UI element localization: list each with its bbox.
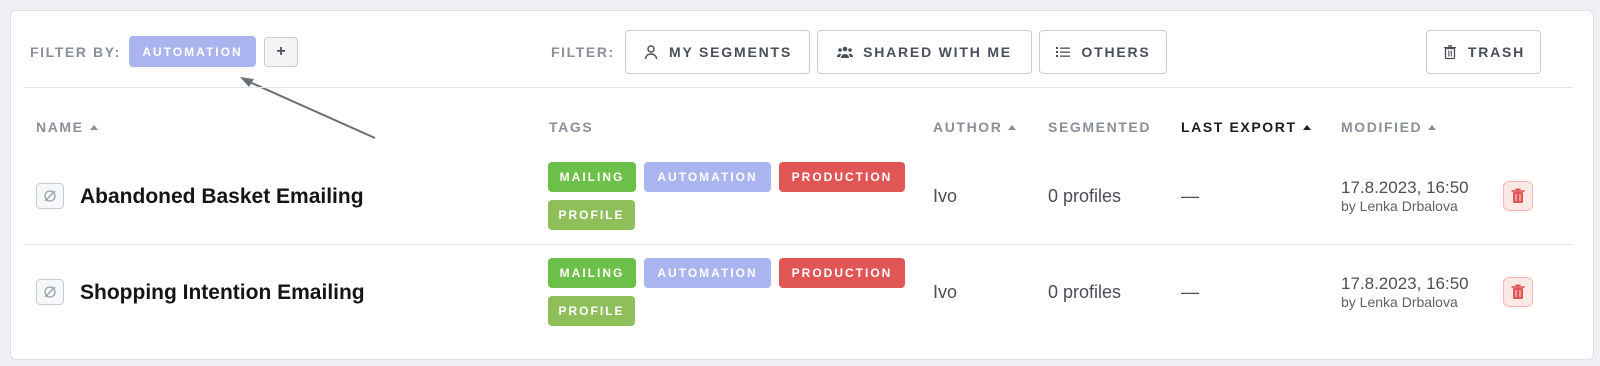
delete-button[interactable] bbox=[1503, 181, 1533, 211]
column-header-name[interactable]: NAME bbox=[36, 117, 98, 137]
others-button[interactable]: OTHERS bbox=[1039, 30, 1167, 74]
sort-caret-icon bbox=[1428, 124, 1437, 130]
modified-date: 17.8.2023, 16:50 bbox=[1341, 274, 1469, 293]
tag-automation[interactable]: AUTOMATION bbox=[644, 258, 771, 288]
tag-list-second-line: PROFILE bbox=[548, 200, 635, 230]
modified-by: by Lenka Drbalova bbox=[1341, 294, 1458, 310]
segmented-cell: 0 profiles bbox=[1048, 186, 1122, 206]
eye-slash-icon bbox=[44, 286, 56, 298]
shared-with-me-label: SHARED WITH ME bbox=[863, 44, 1012, 60]
tag-production[interactable]: PRODUCTION bbox=[779, 258, 905, 288]
column-tags-label: TAGS bbox=[549, 119, 594, 135]
tag-profile[interactable]: PROFILE bbox=[548, 296, 635, 326]
annotation-arrow bbox=[240, 77, 376, 139]
shared-with-me-button[interactable]: SHARED WITH ME bbox=[817, 30, 1032, 74]
delete-button[interactable] bbox=[1503, 277, 1533, 307]
sort-caret-icon bbox=[1302, 124, 1311, 130]
column-segmented-label: SEGMENTED bbox=[1048, 119, 1152, 135]
column-last-export-label: LAST EXPORT bbox=[1181, 119, 1297, 135]
my-segments-label: MY SEGMENTS bbox=[668, 44, 792, 60]
visibility-toggle[interactable] bbox=[36, 279, 64, 305]
segment-name[interactable]: Shopping Intention Emailing bbox=[80, 281, 365, 305]
tag-list-second-line: PROFILE bbox=[548, 296, 635, 326]
last-export-cell: — bbox=[1181, 282, 1199, 302]
column-modified-label: MODIFIED bbox=[1341, 119, 1423, 135]
modified-cell: 17.8.2023, 16:50 by Lenka Drbalova bbox=[1341, 274, 1469, 310]
tag-list: MAILING AUTOMATION PRODUCTION bbox=[548, 162, 905, 192]
tag-profile[interactable]: PROFILE bbox=[548, 200, 635, 230]
modified-date: 17.8.2023, 16:50 bbox=[1341, 178, 1469, 197]
segment-name[interactable]: Abandoned Basket Emailing bbox=[80, 185, 364, 209]
group-icon bbox=[837, 46, 854, 58]
filter-by-label: FILTER BY: bbox=[30, 44, 121, 60]
sort-caret-icon bbox=[89, 124, 98, 130]
delete-icon bbox=[1511, 284, 1525, 299]
column-header-author[interactable]: AUTHOR bbox=[933, 117, 1017, 137]
user-icon bbox=[644, 45, 658, 60]
author-cell: Ivo bbox=[933, 282, 958, 302]
author-cell: Ivo bbox=[933, 186, 958, 206]
trash-label: TRASH bbox=[1467, 44, 1526, 60]
last-export-cell: — bbox=[1181, 186, 1199, 206]
tag-list: MAILING AUTOMATION PRODUCTION bbox=[548, 258, 905, 288]
modified-cell: 17.8.2023, 16:50 by Lenka Drbalova bbox=[1341, 178, 1469, 214]
plus-icon: + bbox=[276, 43, 286, 60]
tag-automation[interactable]: AUTOMATION bbox=[644, 162, 771, 192]
visibility-toggle[interactable] bbox=[36, 183, 64, 209]
column-name-label: NAME bbox=[36, 119, 84, 135]
trash-icon bbox=[1443, 45, 1456, 60]
trash-button[interactable]: TRASH bbox=[1426, 30, 1541, 74]
my-segments-button[interactable]: MY SEGMENTS bbox=[625, 30, 810, 74]
filter-label: FILTER: bbox=[551, 44, 615, 60]
column-header-tags: TAGS bbox=[549, 117, 593, 137]
list-icon bbox=[1056, 47, 1071, 57]
add-filter-tag-button[interactable]: + bbox=[264, 37, 298, 67]
others-label: OTHERS bbox=[1081, 44, 1151, 60]
column-header-modified[interactable]: MODIFIED bbox=[1341, 117, 1437, 137]
eye-slash-icon bbox=[44, 190, 56, 202]
column-author-label: AUTHOR bbox=[933, 119, 1003, 135]
row-divider bbox=[23, 244, 1573, 245]
header-divider bbox=[23, 87, 1573, 88]
tag-production[interactable]: PRODUCTION bbox=[779, 162, 905, 192]
sort-caret-icon bbox=[1008, 124, 1017, 130]
modified-by: by Lenka Drbalova bbox=[1341, 198, 1458, 214]
active-filter-tag-automation[interactable]: AUTOMATION bbox=[129, 36, 256, 67]
column-header-segmented: SEGMENTED bbox=[1048, 117, 1151, 137]
delete-icon bbox=[1511, 188, 1525, 203]
column-header-last-export[interactable]: LAST EXPORT bbox=[1181, 117, 1311, 137]
segmented-cell: 0 profiles bbox=[1048, 282, 1122, 302]
tag-mailing[interactable]: MAILING bbox=[548, 258, 636, 288]
tag-mailing[interactable]: MAILING bbox=[548, 162, 636, 192]
